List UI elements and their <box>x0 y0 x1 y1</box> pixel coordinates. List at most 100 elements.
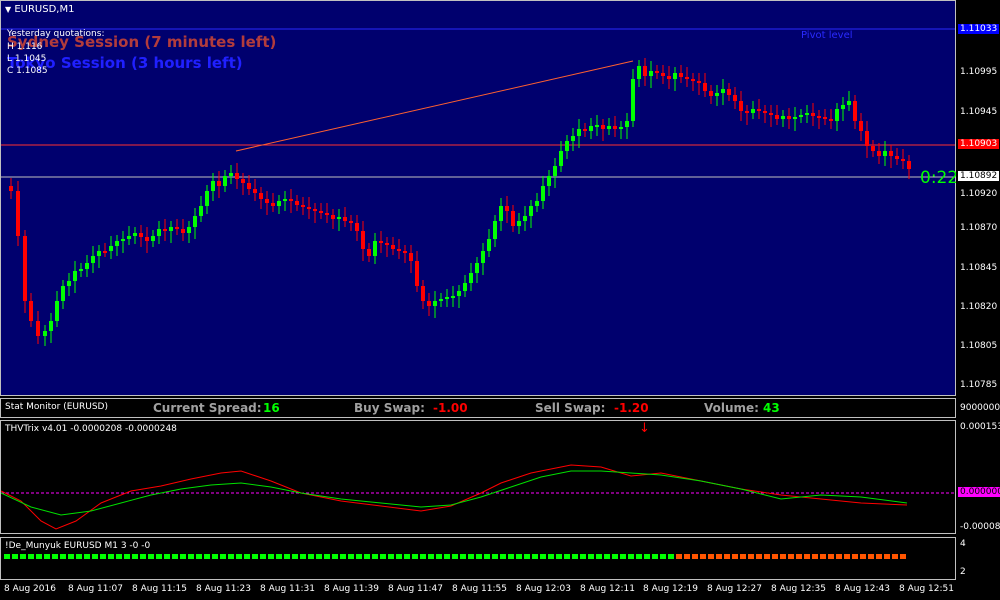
munyuk-block <box>636 554 642 559</box>
candle-body <box>421 286 425 301</box>
time-tick: 8 Aug 12:51 <box>899 584 954 594</box>
munyuk-block <box>68 554 74 559</box>
munyuk-block <box>868 554 874 559</box>
munyuk-block <box>428 554 434 559</box>
munyuk-block <box>84 554 90 559</box>
munyuk-block <box>660 554 666 559</box>
munyuk-block <box>588 554 594 559</box>
candle-body <box>55 301 59 321</box>
yesterday-high: H 1.116 <box>7 42 43 52</box>
candle-body <box>871 146 875 151</box>
candle-body <box>307 207 311 209</box>
munyuk-block <box>244 554 250 559</box>
munyuk-block <box>140 554 146 559</box>
munyuk-block <box>20 554 26 559</box>
candle-body <box>253 189 257 193</box>
munyuk-pane[interactable]: !De_Munyuk EURUSD M1 3 -0 -0 <box>0 537 956 580</box>
price-tick: 1.10945 <box>960 107 998 117</box>
price-tick: 1.10995 <box>960 67 998 77</box>
candle-body <box>409 253 413 261</box>
thv-title: THVTrix v4.01 -0.0000208 -0.0000248 <box>5 424 177 434</box>
munyuk-block <box>292 554 298 559</box>
candle-body <box>187 227 191 233</box>
price-axis[interactable]: 1.11033 1.10903 1.10892 1.10995 1.10945 … <box>956 0 1000 396</box>
munyuk-block <box>4 554 10 559</box>
candle-body <box>727 89 731 95</box>
candle-body <box>547 176 551 186</box>
countdown-timer: 0:22 <box>920 168 959 188</box>
time-tick: 8 Aug 12:35 <box>771 584 826 594</box>
munyuk-block <box>724 554 730 559</box>
candle-body <box>649 71 653 76</box>
munyuk-block <box>100 554 106 559</box>
munyuk-block <box>300 554 306 559</box>
volume-value: 43 <box>763 401 780 415</box>
munyuk-block <box>596 554 602 559</box>
candle-body <box>343 217 347 221</box>
munyuk-block <box>812 554 818 559</box>
munyuk-block <box>196 554 202 559</box>
munyuk-title: !De_Munyuk EURUSD M1 3 -0 -0 <box>5 541 151 551</box>
candle-body <box>241 179 245 183</box>
munyuk-block <box>788 554 794 559</box>
dropdown-triangle-icon[interactable]: ▼ <box>5 5 11 14</box>
candle-body <box>247 183 251 189</box>
candle-body <box>559 151 563 166</box>
thv-axis-top: 0.0001534 <box>960 422 1000 432</box>
stat-monitor-pane[interactable]: Stat Monitor (EURUSD) Current Spread: 16… <box>0 398 956 418</box>
munyuk-axis: 4 2 <box>956 537 1000 580</box>
munyuk-block <box>348 554 354 559</box>
candle-body <box>181 229 185 233</box>
candle-body <box>589 126 593 131</box>
candle-body <box>823 117 827 119</box>
time-tick: 8 Aug 12:43 <box>835 584 890 594</box>
spread-value: 16 <box>263 401 280 415</box>
munyuk-axis-top: 4 <box>960 539 966 549</box>
price-tick: 1.10920 <box>960 189 998 199</box>
munyuk-block <box>484 554 490 559</box>
candle-body <box>337 217 341 219</box>
munyuk-block <box>884 554 890 559</box>
time-tick: 8 Aug 11:31 <box>260 584 315 594</box>
candle-body <box>583 129 587 131</box>
munyuk-block <box>524 554 530 559</box>
munyuk-block <box>652 554 658 559</box>
candle-body <box>121 239 125 241</box>
munyuk-block <box>500 554 506 559</box>
candle-body <box>613 126 617 129</box>
candle-body <box>319 211 323 213</box>
candle-body <box>29 301 33 321</box>
munyuk-block <box>644 554 650 559</box>
munyuk-block <box>380 554 386 559</box>
candle-body <box>487 239 491 251</box>
candle-body <box>769 113 773 115</box>
candle-body <box>841 105 845 109</box>
munyuk-block <box>804 554 810 559</box>
pivot-level-label: Pivot level <box>801 30 853 41</box>
candle-body <box>205 191 209 206</box>
thv-trix-pane[interactable]: THVTrix v4.01 -0.0000208 -0.0000248 ↓ <box>0 420 956 534</box>
bid-price-tag: 1.10892 <box>958 171 1000 181</box>
munyuk-block <box>772 554 778 559</box>
munyuk-block <box>12 554 18 559</box>
munyuk-block <box>828 554 834 559</box>
candle-body <box>889 151 893 156</box>
munyuk-block <box>220 554 226 559</box>
munyuk-block <box>452 554 458 559</box>
munyuk-block <box>676 554 682 559</box>
munyuk-block <box>564 554 570 559</box>
munyuk-block <box>796 554 802 559</box>
candle-body <box>799 115 803 117</box>
munyuk-block <box>468 554 474 559</box>
munyuk-block <box>132 554 138 559</box>
price-chart-pane[interactable]: ▼ EURUSD,M1 Sydney Session (7 minutes le… <box>0 0 959 396</box>
candle-body <box>667 76 671 79</box>
candle-body <box>235 173 239 179</box>
candle-body <box>85 263 89 269</box>
munyuk-block <box>820 554 826 559</box>
munyuk-block <box>36 554 42 559</box>
munyuk-block <box>180 554 186 559</box>
time-tick: 8 Aug 12:19 <box>643 584 698 594</box>
candle-body <box>23 236 27 301</box>
candle-body <box>115 241 119 246</box>
